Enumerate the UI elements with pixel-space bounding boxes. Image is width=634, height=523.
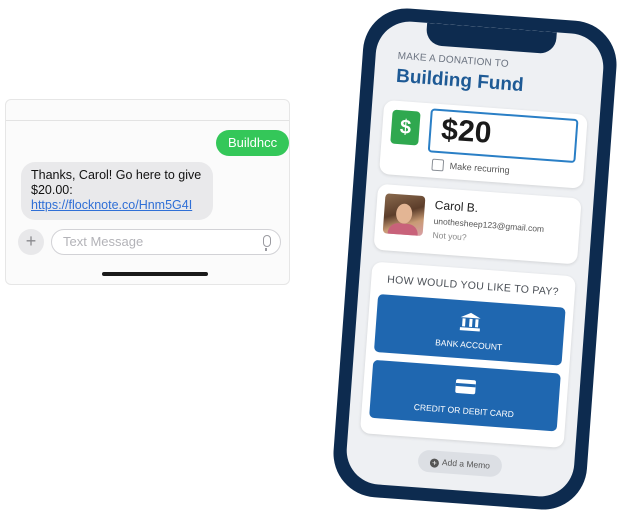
add-memo-label: Add a Memo (441, 457, 491, 471)
home-indicator (102, 272, 208, 276)
outgoing-message-bubble: Buildhcc (216, 130, 289, 156)
avatar-face (395, 203, 413, 225)
incoming-message-text: Thanks, Carol! Go here to give $20.00: (31, 168, 202, 197)
dollar-icon: $ (390, 109, 421, 146)
amount-input[interactable]: $20 (427, 108, 579, 164)
incoming-message-bubble: Thanks, Carol! Go here to give $20.00: h… (21, 162, 213, 220)
payment-card: HOW WOULD YOU LIKE TO PAY? BANK ACCOUNT … (359, 261, 576, 448)
credit-card-button[interactable]: CREDIT OR DEBIT CARD (369, 359, 561, 432)
sms-conversation: Buildhcc Thanks, Carol! Go here to give … (5, 99, 290, 285)
phone-notch (425, 22, 557, 55)
make-recurring-option[interactable]: Make recurring (431, 156, 510, 180)
divider (6, 120, 289, 121)
bank-account-button[interactable]: BANK ACCOUNT (373, 294, 566, 366)
avatar-shirt (387, 222, 419, 237)
text-message-input[interactable]: Text Message (51, 229, 281, 255)
fund-title: Building Fund (395, 65, 525, 97)
text-message-placeholder: Text Message (63, 234, 144, 249)
bank-icon (459, 312, 482, 332)
donation-link[interactable]: https://flocknote.co/Hnm5G4I (31, 198, 192, 212)
recurring-checkbox[interactable] (431, 158, 445, 172)
donor-name: Carol B. (434, 197, 479, 216)
credit-card-label: CREDIT OR DEBIT CARD (413, 401, 515, 420)
plus-circle-icon: + (429, 458, 440, 468)
message-composer: + Text Message (18, 229, 281, 255)
add-attachment-button[interactable]: + (18, 229, 44, 255)
donor-card: Carol B. unothesheep123@gmail.com Not yo… (373, 183, 582, 265)
add-memo-button[interactable]: + Add a Memo (417, 449, 503, 478)
recurring-label: Make recurring (449, 160, 511, 176)
not-you-link[interactable]: Not you? (432, 230, 467, 242)
amount-card: $ $20 Make recurring (378, 99, 588, 189)
bank-account-label: BANK ACCOUNT (434, 337, 503, 353)
phone-screen: MAKE A DONATION TO Building Fund $ $20 M… (344, 19, 606, 499)
avatar (382, 193, 426, 237)
microphone-icon[interactable] (263, 235, 271, 251)
amount-value: $20 (440, 113, 493, 150)
credit-card-icon (455, 378, 477, 395)
phone-mockup: MAKE A DONATION TO Building Fund $ $20 M… (330, 5, 620, 513)
